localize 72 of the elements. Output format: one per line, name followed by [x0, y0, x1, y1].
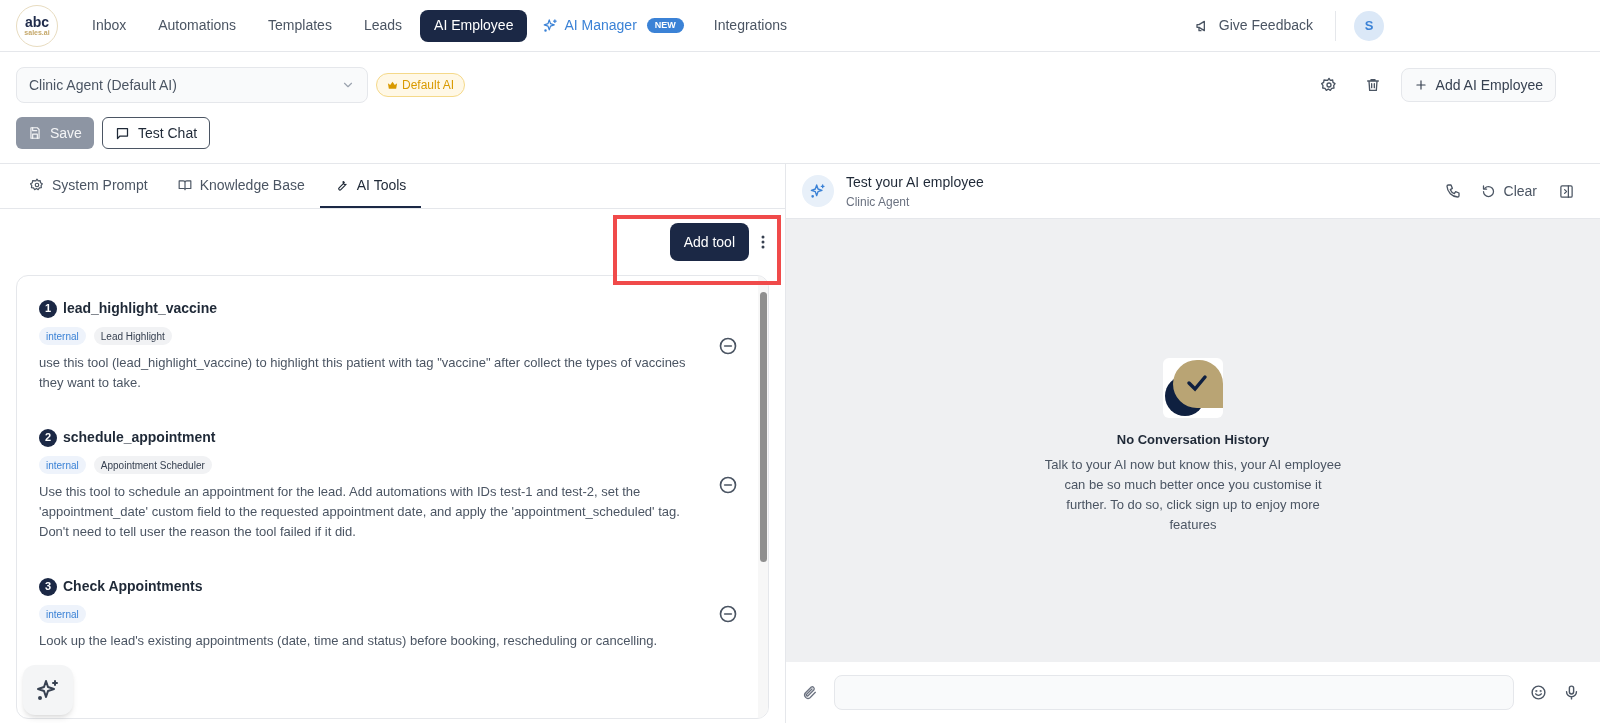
tool-name: lead_highlight_vaccine: [63, 299, 218, 318]
chat-icon: [114, 125, 130, 141]
feedback-button[interactable]: Give Feedback: [1194, 15, 1313, 36]
microphone-icon: [1563, 684, 1580, 701]
nav-item[interactable]: Inbox: [78, 9, 141, 42]
empty-title: No Conversation History: [1116, 431, 1270, 450]
default-badge: Default AI: [376, 73, 466, 97]
add-employee-button[interactable]: Add AI Employee: [1400, 68, 1556, 102]
add-tool-button[interactable]: Add tool: [669, 223, 749, 261]
chat-subtitle: Clinic Agent: [846, 193, 911, 211]
number-badge: 3: [39, 577, 57, 596]
minus-circle-icon: [718, 474, 738, 495]
nav-label: AI Manager: [564, 16, 637, 35]
book-icon: [177, 178, 192, 192]
chat-title: Test your AI employee: [846, 172, 984, 192]
tab[interactable]: Knowledge Base: [162, 164, 320, 208]
tag: internal: [39, 605, 86, 623]
remove-button[interactable]: [718, 335, 738, 356]
remove-button[interactable]: [718, 603, 738, 624]
save-icon: [28, 126, 42, 140]
tool-description: Look up the lead's existing appointments (date, time and status) before booking, rescheduling or cancelling.: [39, 632, 659, 650]
settings-icon: [1320, 77, 1337, 93]
logo-text: abc: [24, 15, 50, 29]
nav-item[interactable]: Leads: [349, 9, 417, 42]
more-button[interactable]: [761, 235, 765, 249]
message-field[interactable]: [834, 675, 1514, 710]
tab[interactable]: System Prompt: [15, 164, 163, 208]
tool-name: Check Appointments: [63, 577, 203, 596]
minus-circle-icon: [718, 335, 738, 356]
assistant-button[interactable]: [23, 665, 73, 715]
nav-item[interactable]: Templates: [254, 9, 346, 42]
trash-icon: [1364, 77, 1381, 93]
scrollbar[interactable]: [758, 276, 768, 718]
nav-item[interactable]: AI Manager NEW: [531, 9, 696, 42]
chat-bubbles-illustration: [1163, 358, 1223, 419]
paperclip-icon: [802, 684, 818, 701]
smiley-icon: [1530, 684, 1547, 701]
tag: Lead Highlight: [93, 327, 172, 345]
tab[interactable]: AI Tools: [319, 164, 422, 208]
test-chat-button[interactable]: Test Chat: [101, 117, 211, 149]
settings-icon: [30, 178, 44, 192]
nav-item[interactable]: Automations: [144, 9, 251, 42]
number-badge: 1: [39, 299, 57, 318]
microphone-button[interactable]: [1563, 684, 1580, 701]
number-badge: 2: [39, 428, 57, 447]
remove-button[interactable]: [718, 474, 738, 495]
tool-name: schedule_appointment: [63, 428, 216, 447]
reset-icon: [1480, 183, 1496, 199]
call-button[interactable]: [1444, 183, 1461, 199]
agent-select[interactable]: Clinic Agent (Default AI): [16, 67, 368, 103]
sparkle-icon: [543, 18, 559, 33]
plus-icon: [1413, 78, 1428, 92]
nav-item[interactable]: Integrations: [699, 9, 801, 42]
attach-button[interactable]: [802, 684, 818, 701]
more-icon: [761, 235, 765, 249]
sidebar-icon: [1559, 183, 1574, 199]
tag: Appointment Scheduler: [93, 456, 212, 474]
phone-icon: [1444, 183, 1461, 199]
tag: internal: [39, 456, 86, 474]
sparkle-icon: [810, 183, 826, 199]
minus-circle-icon: [718, 603, 738, 624]
tool-description: Use this tool to schedule an appointment for the lead. Add automations with IDs test-1 and test-2, set the 'appointment_date' custom field to the requested appointment date, and apply the 'appointment_scheduled' tag. Don't need to tell user the reason the tool failed if it did.: [39, 483, 681, 541]
new-badge: NEW: [646, 17, 684, 34]
collapse-button[interactable]: [1559, 183, 1574, 199]
crown-icon: [387, 79, 398, 91]
empty-text: Talk to your AI now but know this, your AI employee can be so much better once you customise it further. To do so, click sign up to enjoy more features: [1043, 455, 1343, 534]
clear-button[interactable]: Clear: [1480, 180, 1537, 202]
tool-description: use this tool (lead_highlight_vaccine) to highlight this patient with tag "vaccine" after collect the types of vaccines they want to take.: [39, 354, 687, 392]
nav-item[interactable]: AI Employee: [420, 9, 528, 42]
emoji-button[interactable]: [1530, 684, 1547, 701]
tag: internal: [39, 327, 86, 345]
sparkle-icon: [36, 678, 60, 702]
